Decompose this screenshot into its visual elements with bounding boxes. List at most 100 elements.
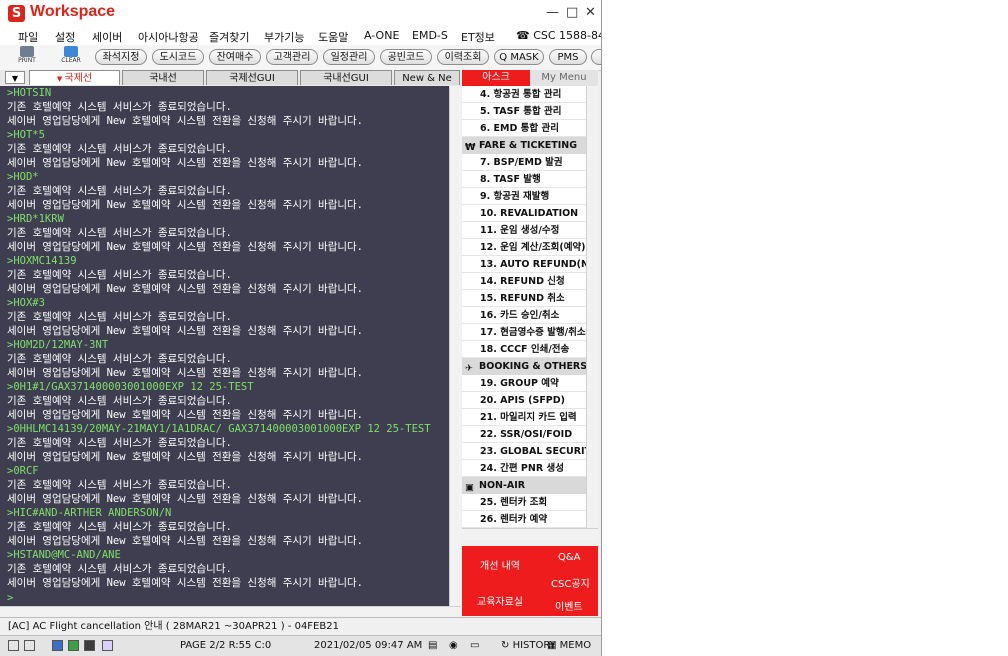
color-custom-icon[interactable]: [102, 640, 113, 651]
menu-bar: 파일 설정 세이버 아시아나항공 즐겨찾기 부가기능 도움말 A-ONE EMD…: [0, 27, 601, 45]
tab-new[interactable]: New & Ne: [394, 70, 460, 85]
panel-vertical-scrollbar[interactable]: [586, 86, 598, 528]
panel-horizontal-scrollbar[interactable]: [462, 528, 598, 540]
menu-item[interactable]: 5. TASF 통합 관리: [462, 103, 586, 120]
city-code-button[interactable]: 도시코드: [152, 49, 204, 65]
app-title: Workspace: [30, 3, 116, 20]
tab-my-menu[interactable]: My Menu: [530, 70, 598, 86]
color-dark-icon[interactable]: [84, 640, 95, 651]
menu-category-label: NON-AIR: [479, 480, 526, 491]
menu-item[interactable]: 23. GLOBAL SECURITY: [462, 443, 586, 460]
menu-item[interactable]: 11. 운임 생성/수정: [462, 222, 586, 239]
menu-emd-s[interactable]: EMD-S: [412, 29, 448, 42]
menu-item[interactable]: 6. EMD 통합 관리: [462, 120, 586, 137]
menu-item[interactable]: 7. BSP/EMD 발권: [462, 154, 586, 171]
color-blue-icon[interactable]: [52, 640, 63, 651]
menu-a-one[interactable]: A-ONE: [364, 29, 399, 42]
app-logo-icon: S: [8, 5, 25, 22]
car-icon: ▣: [465, 482, 474, 493]
schedule-mgmt-button[interactable]: 일정관리: [323, 49, 375, 65]
note-icon[interactable]: ▤: [428, 640, 437, 651]
terminal-output-line: 세이버 영업담당에게 New 호텔예약 시스템 전환을 신청해 주시기 바랍니다…: [7, 409, 363, 421]
seat-assign-button[interactable]: 좌석지정: [95, 49, 147, 65]
terminal-output-line: 기존 호텔예약 시스템 서비스가 종료되었습니다.: [7, 311, 232, 323]
tab-international-gui[interactable]: 국제선GUI: [206, 70, 298, 85]
menu-item[interactable]: 24. 간편 PNR 생성: [462, 460, 586, 477]
education-link[interactable]: 교육자료실: [477, 593, 523, 608]
menu-item[interactable]: 20. APIS (SFPD): [462, 392, 586, 409]
improvements-link[interactable]: 개선 내역: [480, 557, 520, 572]
menu-file[interactable]: 파일: [18, 29, 38, 45]
palette-icon[interactable]: ◉: [449, 640, 458, 651]
terminal-command-line: >0HHLMC14139/20MAY-21MAY1/1A1DRAC/ GAX37…: [7, 423, 431, 435]
menu-favorites[interactable]: 즐겨찾기: [209, 29, 249, 45]
menu-item[interactable]: 10. REVALIDATION: [462, 205, 586, 222]
menu-item[interactable]: 21. 마일리지 카드 입력: [462, 409, 586, 426]
tab-ask[interactable]: 아스크: [462, 70, 530, 86]
menu-asiana[interactable]: 아시아나항공: [138, 29, 199, 45]
pms-button[interactable]: PMS: [549, 49, 587, 65]
terminal-output-line: 기존 호텔예약 시스템 서비스가 종료되었습니다.: [7, 143, 232, 155]
menu-item[interactable]: 12. 운임 계산/조회(예약): [462, 239, 586, 256]
terminal-vertical-scrollbar[interactable]: [449, 86, 461, 606]
terminal-screen[interactable]: >HOTSIN 기존 호텔예약 시스템 서비스가 종료되었습니다. 세이버 영업담당…: [0, 86, 449, 606]
menu-item[interactable]: 16. 카드 승인/취소: [462, 307, 586, 324]
menu-item[interactable]: 22. SSR/OSI/FOID: [462, 426, 586, 443]
menu-item[interactable]: 14. REFUND 신청: [462, 273, 586, 290]
menu-item[interactable]: 19. GROUP 예약: [462, 375, 586, 392]
menu-sabre[interactable]: 세이버: [92, 29, 122, 45]
menu-item[interactable]: 9. 항공권 재발행: [462, 188, 586, 205]
menu-item[interactable]: 4. 항공권 통합 관리: [462, 86, 586, 103]
terminal-horizontal-scrollbar[interactable]: [0, 606, 461, 616]
menu-category-label: FARE & TICKETING: [479, 140, 578, 151]
clear-button[interactable]: CLEAR: [56, 46, 86, 68]
menu-item[interactable]: 17. 현금영수증 발행/취소: [462, 324, 586, 341]
menu-addons[interactable]: 부가기능: [264, 29, 304, 45]
window-icon[interactable]: ▭: [470, 640, 479, 651]
terminal-command-line: >HIC#AND-ARTHER ANDERSON/N: [7, 507, 172, 519]
memo-button[interactable]: ▦ MEMO: [547, 640, 591, 651]
csc-notice-link[interactable]: CSC공지: [551, 575, 590, 590]
menu-item[interactable]: 13. AUTO REFUND(NEW: [462, 256, 586, 273]
close-button[interactable]: ✕: [585, 5, 596, 20]
terminal-command-line: >HOXMC14139: [7, 255, 77, 267]
chevron-down-icon[interactable]: ▼: [5, 71, 25, 84]
terminal-output-line: 기존 호텔예약 시스템 서비스가 종료되었습니다.: [7, 101, 232, 113]
tab-international[interactable]: ▼ 국제선: [29, 70, 120, 85]
terminal-output-line: 세이버 영업담당에게 New 호텔예약 시스템 전환을 신청해 주시기 바랍니다…: [7, 535, 363, 547]
terminal-output-line: 기존 호텔예약 시스템 서비스가 종료되었습니다.: [7, 479, 232, 491]
events-link[interactable]: 이벤트: [555, 598, 583, 613]
remaining-seats-button[interactable]: 잔여매수: [209, 49, 261, 65]
tab-domestic[interactable]: 국내선: [122, 70, 204, 85]
terminal-command-line: >HOT*5: [7, 129, 45, 141]
q-mask-button[interactable]: Q MASK: [494, 49, 544, 65]
minimize-button[interactable]: —: [546, 5, 559, 20]
print-button[interactable]: PRINT: [12, 46, 42, 68]
terminal-command-line: >HOTSIN: [7, 87, 52, 99]
menu-item[interactable]: 25. 렌터카 조회: [462, 494, 586, 511]
terminal-tabs: ▼ ▼ 국제선 국내선 국제선GUI 국내선GUI New & Ne: [0, 70, 462, 86]
menu-item[interactable]: 8. TASF 발행: [462, 171, 586, 188]
color-green-icon[interactable]: [68, 640, 79, 651]
menu-help[interactable]: 도움말: [318, 29, 348, 45]
tab-domestic-gui[interactable]: 국내선GUI: [300, 70, 392, 85]
phone-icon: ☎: [516, 29, 530, 42]
menu-et-info[interactable]: ET정보: [461, 29, 495, 45]
qna-link[interactable]: Q&A: [558, 552, 581, 563]
customer-mgmt-button[interactable]: 고객관리: [266, 49, 318, 65]
history-lookup-button[interactable]: 이력조회: [437, 49, 489, 65]
more-toolbar-button[interactable]: [591, 49, 601, 65]
layout-split-icon[interactable]: [24, 640, 35, 651]
terminal-output-line: 세이버 영업담당에게 New 호텔예약 시스템 전환을 신청해 주시기 바랍니다…: [7, 241, 363, 253]
menu-settings[interactable]: 설정: [55, 29, 75, 45]
notice-ticker[interactable]: [AC] AC Flight cancellation 안내 ( 28MAR21…: [0, 617, 601, 635]
menu-item[interactable]: 15. REFUND 취소: [462, 290, 586, 307]
menu-item[interactable]: 18. CCCF 인쇄/전송: [462, 341, 586, 358]
terminal-output-line: 기존 호텔예약 시스템 서비스가 종료되었습니다.: [7, 521, 232, 533]
tab-dropdown-icon: ▼: [56, 75, 65, 83]
layout-single-icon[interactable]: [8, 640, 19, 651]
maximize-button[interactable]: □: [566, 5, 578, 20]
terminal-output-line: 기존 호텔예약 시스템 서비스가 종료되었습니다.: [7, 437, 232, 449]
menu-item[interactable]: 26. 렌터카 예약: [462, 511, 586, 528]
airport-code-button[interactable]: 공빈코드: [380, 49, 432, 65]
